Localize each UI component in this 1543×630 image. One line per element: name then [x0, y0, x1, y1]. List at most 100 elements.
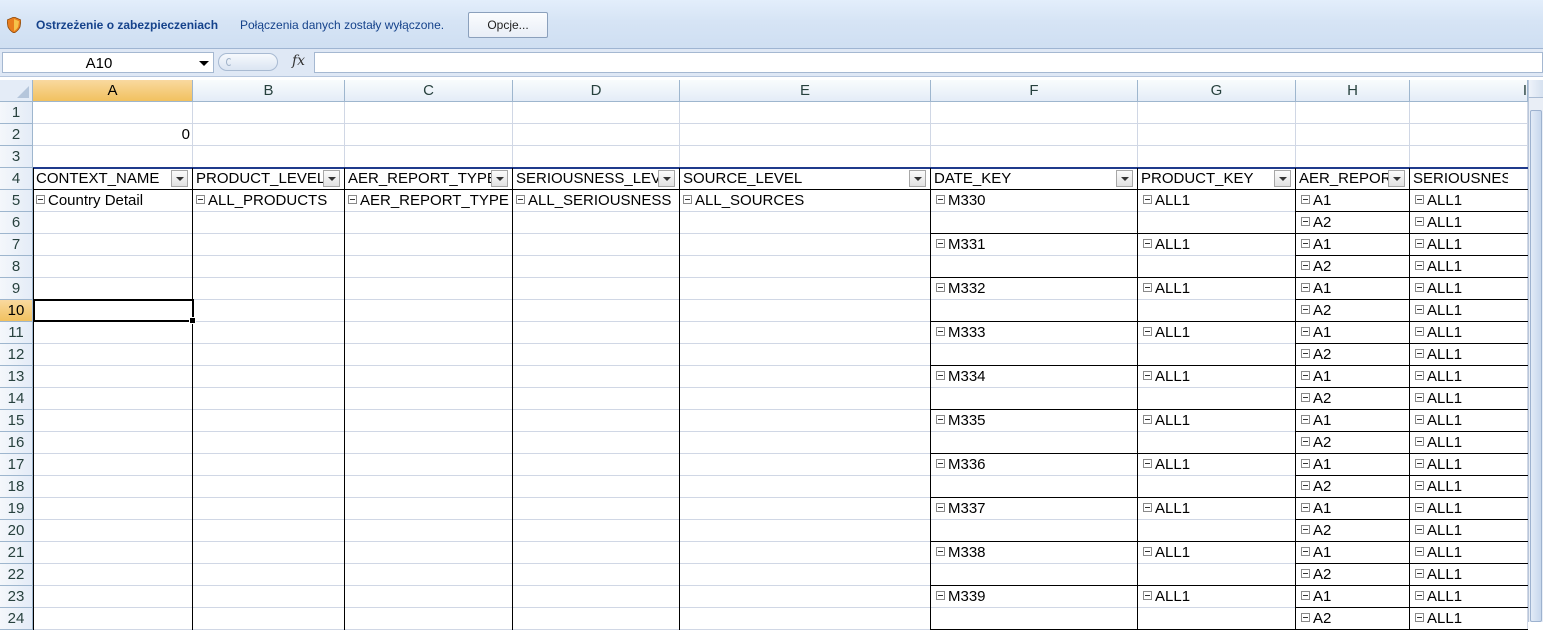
row-header-6[interactable]: 6: [0, 212, 33, 234]
pivot-row-item[interactable]: A2: [1298, 432, 1410, 454]
row-header-9[interactable]: 9: [0, 278, 33, 300]
collapse-icon[interactable]: [1143, 195, 1152, 204]
collapse-icon[interactable]: [1143, 459, 1152, 468]
pivot-row-item[interactable]: ALL1: [1412, 608, 1528, 630]
pivot-row-item[interactable]: ALL1: [1412, 432, 1528, 454]
collapse-icon[interactable]: [1301, 481, 1310, 490]
collapse-icon[interactable]: [1415, 547, 1424, 556]
chevron-down-icon[interactable]: [199, 61, 209, 66]
column-header-c[interactable]: C: [345, 80, 513, 102]
collapse-icon[interactable]: [1415, 591, 1424, 600]
collapse-icon[interactable]: [936, 371, 945, 380]
collapse-icon[interactable]: [1415, 283, 1424, 292]
filter-dropdown-icon[interactable]: [1116, 170, 1133, 187]
collapse-icon[interactable]: [1415, 217, 1424, 226]
row-header-21[interactable]: 21: [0, 542, 33, 564]
collapse-icon[interactable]: [1415, 327, 1424, 336]
row-header-14[interactable]: 14: [0, 388, 33, 410]
pivot-row-item[interactable]: A1: [1298, 454, 1410, 476]
pivot-row-item[interactable]: ALL1: [1412, 586, 1528, 608]
collapse-icon[interactable]: [1301, 591, 1310, 600]
collapse-icon[interactable]: [1415, 459, 1424, 468]
collapse-icon[interactable]: [1415, 415, 1424, 424]
pivot-row-item[interactable]: ALL1: [1412, 476, 1528, 498]
collapse-icon[interactable]: [1301, 613, 1310, 622]
pivot-row-item[interactable]: ALL_SOURCES: [680, 190, 931, 212]
collapse-icon[interactable]: [196, 195, 205, 204]
column-header-i[interactable]: I: [1410, 80, 1528, 102]
vertical-scrollbar[interactable]: [1528, 80, 1543, 622]
collapse-icon[interactable]: [1143, 547, 1152, 556]
filter-dropdown-icon[interactable]: [171, 170, 188, 187]
pivot-row-item[interactable]: A2: [1298, 520, 1410, 542]
collapse-icon[interactable]: [1301, 459, 1310, 468]
row-header-20[interactable]: 20: [0, 520, 33, 542]
collapse-icon[interactable]: [1301, 195, 1310, 204]
pivot-field-header[interactable]: AER_REPORT_TYPE: [345, 168, 493, 190]
scroll-up-button[interactable]: [1529, 80, 1543, 98]
pivot-row-item[interactable]: A2: [1298, 300, 1410, 322]
row-header-2[interactable]: 2: [0, 124, 33, 146]
row-header-4[interactable]: 4: [0, 168, 33, 190]
pivot-row-item[interactable]: A1: [1298, 278, 1410, 300]
collapse-icon[interactable]: [348, 195, 357, 204]
collapse-icon[interactable]: [1415, 569, 1424, 578]
row-header-5[interactable]: 5: [0, 190, 33, 212]
pivot-row-item[interactable]: A1: [1298, 190, 1410, 212]
pivot-row-item[interactable]: A2: [1298, 344, 1410, 366]
collapse-icon[interactable]: [1301, 217, 1310, 226]
pivot-row-item[interactable]: ALL1: [1412, 498, 1528, 520]
filter-dropdown-icon[interactable]: [323, 170, 340, 187]
pivot-field-header[interactable]: CONTEXT_NAME: [33, 168, 173, 190]
pivot-row-item[interactable]: ALL1: [1412, 322, 1528, 344]
pivot-row-item[interactable]: M330: [933, 190, 1138, 212]
collapse-icon[interactable]: [1301, 261, 1310, 270]
row-header-8[interactable]: 8: [0, 256, 33, 278]
pivot-row-item[interactable]: M333: [933, 322, 1138, 344]
row-header-19[interactable]: 19: [0, 498, 33, 520]
pivot-field-header[interactable]: DATE_KEY: [931, 168, 1118, 190]
pivot-row-item[interactable]: ALL1: [1412, 542, 1528, 564]
pivot-row-item[interactable]: A2: [1298, 564, 1410, 586]
pivot-row-item[interactable]: ALL1: [1140, 498, 1296, 520]
collapse-icon[interactable]: [1415, 305, 1424, 314]
row-header-13[interactable]: 13: [0, 366, 33, 388]
column-header-g[interactable]: G: [1138, 80, 1296, 102]
collapse-icon[interactable]: [1415, 239, 1424, 248]
pivot-row-item[interactable]: ALL1: [1140, 322, 1296, 344]
column-header-f[interactable]: F: [931, 80, 1138, 102]
pivot-row-item[interactable]: M337: [933, 498, 1138, 520]
collapse-icon[interactable]: [1143, 591, 1152, 600]
pivot-row-item[interactable]: A1: [1298, 410, 1410, 432]
pivot-field-header[interactable]: AER_REPORT: [1296, 168, 1390, 190]
collapse-icon[interactable]: [1143, 371, 1152, 380]
row-header-1[interactable]: 1: [0, 102, 33, 124]
pivot-row-item[interactable]: ALL_SERIOUSNESS: [513, 190, 680, 212]
row-header-15[interactable]: 15: [0, 410, 33, 432]
expand-handle[interactable]: [218, 53, 278, 71]
collapse-icon[interactable]: [1301, 503, 1310, 512]
pivot-row-item[interactable]: A1: [1298, 542, 1410, 564]
collapse-icon[interactable]: [1415, 437, 1424, 446]
pivot-row-item[interactable]: A2: [1298, 476, 1410, 498]
collapse-icon[interactable]: [1143, 327, 1152, 336]
collapse-icon[interactable]: [936, 591, 945, 600]
pivot-row-item[interactable]: Country Detail: [33, 190, 193, 212]
pivot-row-item[interactable]: ALL1: [1140, 586, 1296, 608]
collapse-icon[interactable]: [1143, 415, 1152, 424]
collapse-icon[interactable]: [683, 195, 692, 204]
name-box[interactable]: A10: [2, 52, 214, 73]
collapse-icon[interactable]: [1301, 393, 1310, 402]
collapse-icon[interactable]: [1415, 525, 1424, 534]
collapse-icon[interactable]: [1415, 481, 1424, 490]
pivot-row-item[interactable]: ALL1: [1412, 190, 1528, 212]
pivot-row-item[interactable]: ALL1: [1412, 234, 1528, 256]
pivot-row-item[interactable]: A1: [1298, 234, 1410, 256]
cell-a2[interactable]: 0: [33, 124, 190, 146]
pivot-row-item[interactable]: A1: [1298, 322, 1410, 344]
row-header-22[interactable]: 22: [0, 564, 33, 586]
column-header-h[interactable]: H: [1296, 80, 1410, 102]
filter-dropdown-icon[interactable]: [1388, 170, 1405, 187]
collapse-icon[interactable]: [36, 195, 45, 204]
column-header-b[interactable]: B: [193, 80, 345, 102]
